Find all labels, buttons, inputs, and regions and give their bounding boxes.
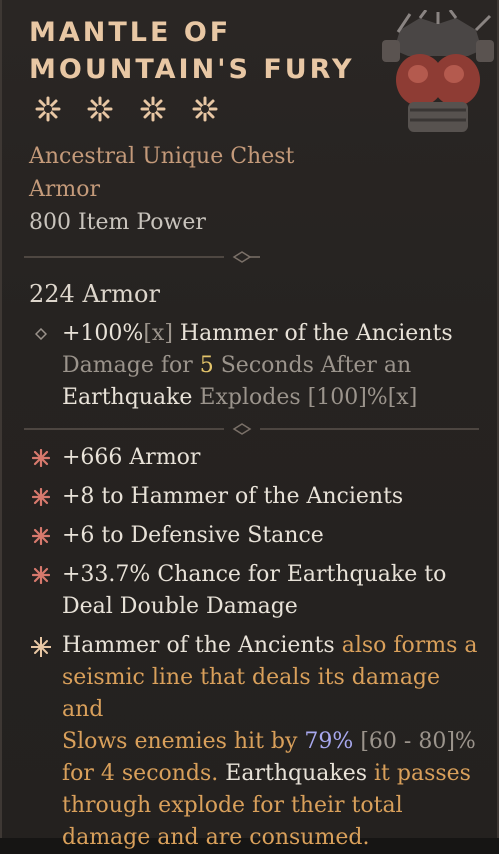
star-icon	[35, 96, 61, 121]
implicit-text: Explodes	[192, 385, 308, 410]
star-icon	[192, 96, 218, 121]
unique-power-icon	[31, 637, 51, 657]
affix-text-line1: +33.7% Chance for Earthquake to	[62, 562, 447, 587]
implicit-duration: 5	[199, 353, 214, 378]
affix-row: +33.7% Chance for Earthquake to Deal Dou…	[29, 559, 484, 629]
unique-power: Hammer of the Ancients also forms a seis…	[29, 630, 484, 850]
implicit-text: Seconds After an	[213, 353, 412, 378]
affix-star-icon	[32, 566, 50, 584]
tooltip-header: Mantle of Mountain's Fury	[2, 0, 499, 258]
implicit-bonus: +100%	[62, 321, 144, 346]
affix-text: +6 to Defensive Stance	[62, 523, 324, 548]
affix-text: +8 to Hammer of the Ancients	[62, 484, 404, 509]
implicit-skill: Hammer of the Ancients	[172, 321, 453, 346]
item-name: Mantle of Mountain's Fury	[29, 14, 379, 126]
affix-star-icon	[32, 488, 50, 506]
affix-row: +6 to Defensive Stance	[29, 520, 484, 556]
implicit-text: Damage for	[62, 353, 200, 378]
unique-text: seismic line that deals its damage and	[62, 665, 441, 722]
item-type-line2: Armor	[29, 177, 101, 202]
implicit-range: [x]	[143, 321, 173, 346]
item-name-text: Mantle of Mountain's Fury	[29, 17, 355, 85]
armor-value: 224 Armor	[29, 280, 160, 308]
item-tooltip: Mantle of Mountain's Fury	[0, 0, 499, 850]
item-type: Ancestral Unique Chest Armor	[29, 140, 329, 206]
unique-roll-range: [60 - 80]%	[353, 729, 476, 754]
unique-skill: Earthquakes	[225, 761, 368, 786]
affix-text: +666 Armor	[62, 445, 201, 470]
chest-armor-icon	[382, 10, 494, 132]
affix-text-line2: Deal Double Damage	[62, 594, 298, 619]
affix-row: +666 Armor	[29, 442, 484, 478]
unique-roll-value: 79%	[304, 729, 354, 754]
unique-text: damage and are consumed.	[62, 825, 370, 850]
unique-skill: Hammer of the Ancients	[62, 633, 335, 658]
unique-text: also forms a	[334, 633, 478, 658]
unique-text: through explode for their total	[62, 793, 403, 818]
star-icon	[87, 96, 113, 121]
unique-text: Slows enemies hit by	[62, 729, 305, 754]
implicit-affix: +100%[x] Hammer of the Ancients Damage f…	[29, 318, 484, 418]
section-divider	[24, 251, 260, 263]
section-divider	[24, 423, 479, 435]
star-icon	[140, 96, 166, 121]
implicit-skill-earthquake: Earthquake	[62, 385, 193, 410]
implicit-range: [x]	[387, 385, 418, 410]
diamond-bullet-icon	[35, 328, 47, 340]
unique-text: it passes	[367, 761, 471, 786]
rarity-stars	[35, 89, 232, 126]
implicit-percent: [100]%	[307, 385, 388, 410]
item-power: 800 Item Power	[29, 210, 206, 235]
affix-star-icon	[32, 527, 50, 545]
item-type-line1: Ancestral Unique Chest	[29, 144, 295, 169]
affix-star-icon	[32, 449, 50, 467]
unique-text: for 4 seconds.	[62, 761, 226, 786]
affix-row: +8 to Hammer of the Ancients	[29, 481, 484, 517]
